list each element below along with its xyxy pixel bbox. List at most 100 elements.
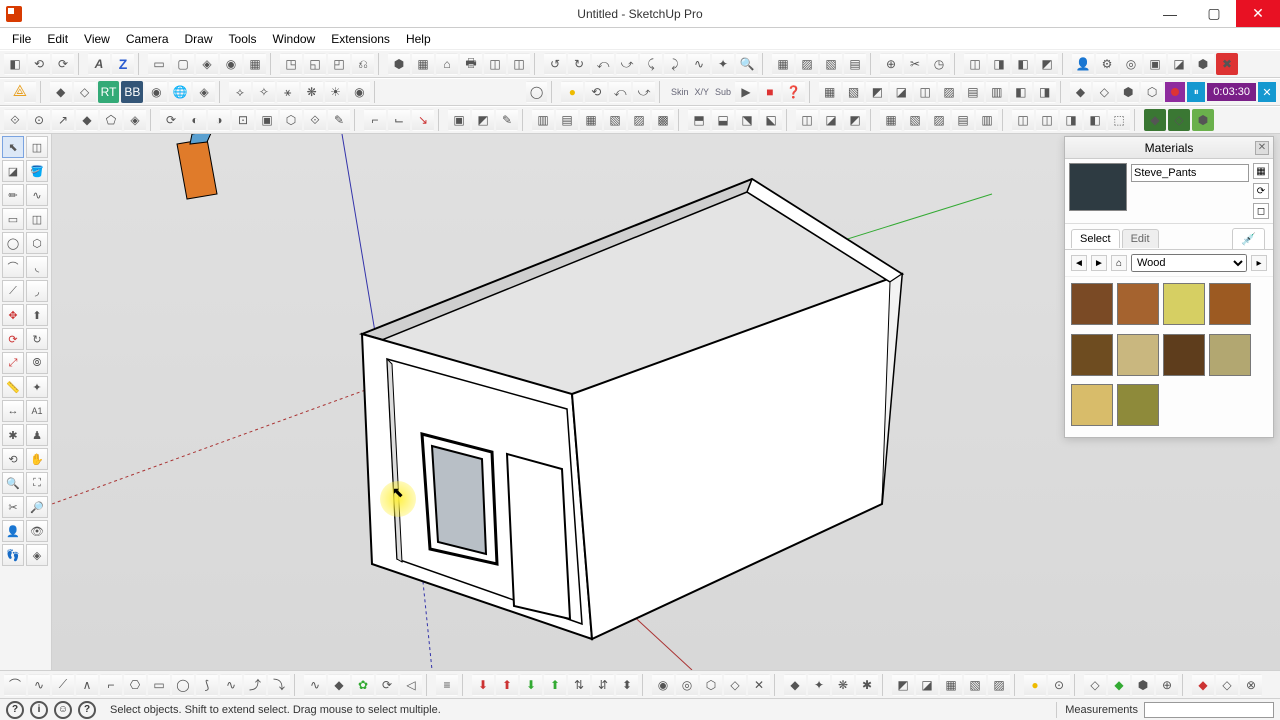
tool-icon[interactable]: 🔍 (736, 53, 758, 75)
tool-icon[interactable]: ◫ (508, 53, 530, 75)
tool-icon[interactable]: ◆ (50, 81, 72, 103)
tool-icon[interactable]: ◯ (172, 674, 194, 696)
tool-icon[interactable]: ◉ (348, 81, 370, 103)
material-swatch[interactable] (1117, 384, 1159, 426)
tool-icon[interactable]: ▨ (796, 53, 818, 75)
tool-icon[interactable]: ▤ (844, 53, 866, 75)
tool-icon[interactable]: ◳ (280, 53, 302, 75)
tool-icon[interactable]: ◞ (26, 280, 48, 302)
material-name-input[interactable] (1131, 164, 1249, 182)
tool-icon[interactable]: ∿ (28, 674, 50, 696)
pause-icon[interactable]: ⏸ (1187, 82, 1205, 102)
tool-icon[interactable]: ◩ (472, 109, 494, 131)
default-material-icon[interactable]: ⟳ (1253, 183, 1269, 199)
tool-icon[interactable]: ◑ (208, 109, 230, 131)
tool-icon[interactable]: ◁ (400, 674, 422, 696)
tool-icon[interactable]: ⬓ (712, 109, 734, 131)
tool-icon[interactable]: ⬢ (1192, 109, 1214, 131)
tool-icon[interactable]: ◫ (796, 109, 818, 131)
tool-icon[interactable]: ⌐ (364, 109, 386, 131)
tool-icon[interactable]: ❋ (301, 81, 323, 103)
materials-header[interactable]: Materials ✕ (1065, 137, 1273, 159)
menu-camera[interactable]: Camera (118, 30, 177, 48)
tool-icon[interactable]: ▥ (532, 109, 554, 131)
tab-edit[interactable]: Edit (1122, 229, 1159, 248)
select-tool-icon[interactable]: ⬉ (2, 136, 24, 158)
walk-tool-icon[interactable]: 👣 (2, 544, 24, 566)
tool-icon[interactable]: ⚙ (1096, 53, 1118, 75)
tool-icon[interactable]: ◎ (676, 674, 698, 696)
tool-icon[interactable]: ≡ (436, 674, 458, 696)
pan-tool-icon[interactable]: ✋ (26, 448, 48, 470)
zoom-tool-icon[interactable]: 🔍 (2, 472, 24, 494)
tool-icon[interactable]: ⬆ (496, 674, 518, 696)
tool-icon[interactable]: ✎ (496, 109, 518, 131)
tool-icon[interactable]: ↘ (412, 109, 434, 131)
mirror-tool-icon[interactable]: ⟁ (4, 81, 36, 103)
menu-tools[interactable]: Tools (221, 30, 265, 48)
tool-icon[interactable]: ▦ (880, 109, 902, 131)
tool-icon[interactable]: ❋ (832, 674, 854, 696)
dimension-tool-icon[interactable]: ↔ (2, 400, 24, 422)
tool-icon[interactable]: ◨ (988, 53, 1010, 75)
tool-icon[interactable]: ∧ (76, 674, 98, 696)
tool-icon[interactable]: ▦ (772, 53, 794, 75)
tool-icon[interactable]: ▦ (940, 674, 962, 696)
material-swatch[interactable] (1071, 283, 1113, 325)
tool-icon[interactable]: ⟡ (229, 81, 251, 103)
tool-icon[interactable]: ◈ (193, 81, 215, 103)
tool-icon[interactable]: ⟐ (304, 109, 326, 131)
menu-edit[interactable]: Edit (39, 30, 76, 48)
tool-icon[interactable]: ▢ (172, 53, 194, 75)
tool-icon[interactable]: ⤻ (633, 81, 655, 103)
tool-icon[interactable]: ⇅ (568, 674, 590, 696)
tool-icon[interactable]: ▤ (556, 109, 578, 131)
tool-icon[interactable]: ⌒ (4, 674, 26, 696)
tool-icon[interactable]: ▥ (976, 109, 998, 131)
pushpull-tool-icon[interactable]: ⬆ (26, 304, 48, 326)
orbit-tool-icon[interactable]: ⟲ (2, 448, 24, 470)
tool-icon[interactable]: ✕ (748, 674, 770, 696)
tool-icon[interactable]: ✦ (712, 53, 734, 75)
tool-icon[interactable]: ⌂ (436, 53, 458, 75)
hint-help-icon[interactable]: ? (78, 701, 96, 719)
tool-icon[interactable]: ▧ (843, 81, 865, 103)
rectangle-tool-icon[interactable]: ▭ (2, 208, 24, 230)
tool-icon[interactable]: ⟳ (52, 53, 74, 75)
menu-view[interactable]: View (76, 30, 118, 48)
tool-icon[interactable]: ⬢ (388, 53, 410, 75)
viewport-3d[interactable]: ⬉ Materials ✕ ▦ ⟳ ◻ Select Edit (52, 134, 1280, 670)
tool-icon[interactable]: ⬒ (688, 109, 710, 131)
create-material-icon[interactable]: ▦ (1253, 163, 1269, 179)
tool-icon[interactable]: ◫ (914, 81, 936, 103)
material-category-select[interactable]: Wood (1131, 254, 1247, 272)
tool-icon[interactable]: ◫ (26, 136, 48, 158)
tool-icon[interactable]: ◇ (74, 81, 96, 103)
tool-icon[interactable]: ▭ (148, 674, 170, 696)
tool-icon[interactable]: ▣ (256, 109, 278, 131)
tool-icon[interactable]: 🌐 (169, 81, 191, 103)
tool-icon[interactable]: ⟲ (28, 53, 50, 75)
tool-icon[interactable]: ⬇ (520, 674, 542, 696)
tool-icon[interactable]: ◷ (928, 53, 950, 75)
tool-icon[interactable]: ✂ (2, 496, 24, 518)
tool-icon[interactable]: ☀ (325, 81, 347, 103)
tool-icon[interactable]: ◉ (145, 81, 167, 103)
materials-close-icon[interactable]: ✕ (1255, 141, 1269, 155)
tool-icon[interactable]: ⟳ (376, 674, 398, 696)
tool-icon[interactable]: ▨ (928, 109, 950, 131)
tool-icon[interactable]: ⤵ (268, 674, 290, 696)
tool-icon[interactable]: ◩ (844, 109, 866, 131)
tool-icon[interactable]: 👤 (1072, 53, 1094, 75)
tool-icon[interactable]: ✎ (328, 109, 350, 131)
tool-icon[interactable]: ⟳ (160, 109, 182, 131)
tool-icon[interactable]: ⤺ (592, 53, 614, 75)
tool-icon[interactable]: ♟ (26, 424, 48, 446)
tool-icon[interactable]: ⤻ (616, 53, 638, 75)
tool-icon[interactable]: ◧ (1012, 53, 1034, 75)
material-swatch[interactable] (1117, 283, 1159, 325)
tab-select[interactable]: Select (1071, 229, 1120, 248)
menu-file[interactable]: File (4, 30, 39, 48)
tool-icon[interactable]: ⌙ (388, 109, 410, 131)
tool-icon[interactable]: ◧ (1084, 109, 1106, 131)
